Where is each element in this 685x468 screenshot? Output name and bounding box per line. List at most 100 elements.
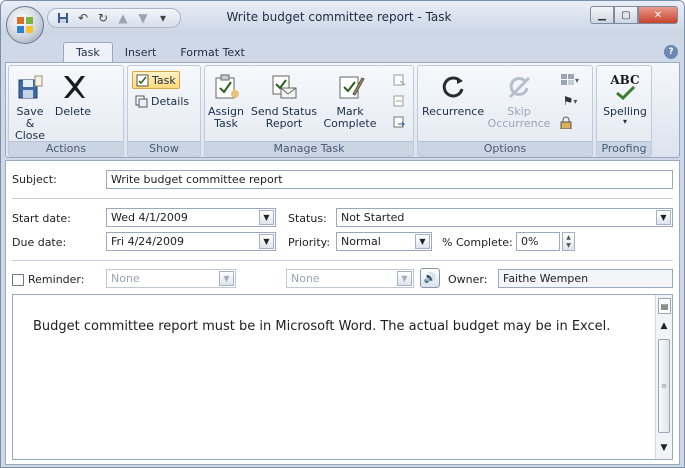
mark-complete-button[interactable]: Mark Complete — [323, 70, 377, 130]
categorize-icon[interactable]: ▾ — [558, 72, 582, 88]
percent-complete-spinner[interactable]: ▲ ▼ — [562, 232, 575, 251]
customize-toolbar-icon[interactable]: ▾ — [154, 9, 172, 27]
skip-occurrence-icon — [501, 70, 537, 104]
close-icon[interactable]: ✕ — [638, 6, 678, 24]
delete-button[interactable]: Delete — [53, 70, 93, 118]
ribbon-tabs: Task Insert Format Text — [63, 41, 257, 63]
reminder-label: Reminder: — [28, 273, 85, 286]
reminder-time-select[interactable]: None ▼ — [286, 269, 414, 288]
notes-area[interactable]: Budget committee report must be in Micro… — [12, 294, 673, 460]
skip-occurrence-button[interactable]: Skip Occurrence — [486, 70, 552, 130]
due-date-dropdown-icon[interactable]: ▼ — [259, 234, 274, 249]
priority-dropdown-icon[interactable]: ▼ — [415, 234, 430, 249]
start-date-dropdown-icon[interactable]: ▼ — [259, 210, 274, 225]
minimize-icon[interactable]: ▁ — [590, 6, 614, 24]
group-options: Recurrence Skip Occurrence ▾ ⚑ ▾ Options — [417, 65, 593, 157]
recurrence-button[interactable]: Recurrence — [422, 70, 484, 118]
send-status-report-button[interactable]: Send Status Report — [249, 70, 319, 130]
scroll-down-icon[interactable]: ▼ — [659, 443, 669, 453]
reminder-checkbox[interactable] — [12, 274, 24, 286]
reminder-sound-button[interactable]: 🔊 — [420, 268, 440, 288]
window-title: Write budget committee report - Task — [226, 10, 452, 24]
reminder-date-value: None — [111, 272, 140, 285]
delete-icon — [55, 70, 91, 104]
spelling-button[interactable]: ABC Spelling ▾ — [599, 70, 651, 126]
group-show: Task Details Show — [127, 65, 201, 157]
group-manage-task: Assign Task Send Status Report Mark Comp… — [204, 65, 414, 157]
show-task-label: Task — [152, 73, 176, 87]
abc-label: ABC — [610, 73, 640, 87]
reminder-time-dropdown-icon[interactable]: ▼ — [397, 271, 412, 286]
reminder-time-value: None — [291, 272, 320, 285]
save-close-button[interactable]: Save & Close — [11, 70, 49, 142]
tab-format-text[interactable]: Format Text — [168, 43, 257, 63]
title-bar: ↶ ↻ ▲ ▼ ▾ Write budget committee report … — [1, 1, 684, 44]
group-actions: Save & Close Delete Actions — [8, 65, 124, 157]
divider — [12, 260, 673, 261]
status-dropdown-icon[interactable]: ▼ — [656, 210, 671, 225]
speaker-icon: 🔊 — [423, 272, 437, 284]
scroll-thumb[interactable]: ≡ — [658, 339, 670, 433]
subject-input[interactable]: Write budget committee report — [106, 170, 673, 189]
save-close-label-1: Save & — [16, 105, 44, 130]
reply-task-icon[interactable] — [391, 93, 407, 109]
ruler-toggle-icon[interactable]: ▤ — [658, 298, 671, 314]
quick-access-toolbar: ↶ ↻ ▲ ▼ ▾ — [47, 8, 181, 28]
due-date-label: Due date: — [12, 236, 67, 249]
next-item-icon[interactable]: ▼ — [134, 9, 152, 27]
reminder-date-dropdown-icon[interactable]: ▼ — [219, 271, 234, 286]
start-date-input[interactable]: Wed 4/1/2009 ▼ — [106, 208, 276, 227]
show-details-label: Details — [151, 94, 190, 108]
assign-task-icon — [208, 70, 244, 104]
start-date-value: Wed 4/1/2009 — [111, 211, 188, 224]
undo-icon[interactable]: ↶ — [74, 9, 92, 27]
send-status-report-icon — [266, 70, 302, 104]
notes-text[interactable]: Budget committee report must be in Micro… — [33, 319, 610, 334]
tab-task[interactable]: Task — [63, 42, 113, 63]
recurrence-icon — [435, 70, 471, 104]
status-value: Not Started — [341, 211, 405, 224]
priority-select[interactable]: Normal ▼ — [336, 232, 432, 251]
skip-label-2: Occurrence — [487, 117, 551, 130]
divider — [12, 198, 673, 199]
show-task-button[interactable]: Task — [132, 71, 180, 89]
priority-label: Priority: — [288, 236, 331, 249]
private-lock-icon[interactable] — [558, 114, 574, 130]
status-select[interactable]: Not Started ▼ — [336, 208, 673, 227]
group-options-label: Options — [418, 141, 592, 156]
help-icon[interactable]: ? — [664, 45, 678, 59]
reminder-date-select[interactable]: None ▼ — [106, 269, 236, 288]
assign-label-2: Task — [214, 117, 238, 130]
maximize-icon[interactable]: ▢ — [614, 6, 638, 24]
notes-scrollbar[interactable]: ▤ ▲ ≡ ▼ — [655, 295, 672, 459]
tab-insert[interactable]: Insert — [113, 43, 169, 63]
task-form: Subject: Write budget committee report S… — [5, 160, 680, 465]
mark-complete-icon — [332, 70, 368, 104]
assign-task-button[interactable]: Assign Task — [207, 70, 245, 130]
scroll-up-icon[interactable]: ▲ — [659, 321, 669, 331]
previous-item-icon[interactable]: ▲ — [114, 9, 132, 27]
group-proofing-label: Proofing — [597, 141, 651, 156]
due-date-input[interactable]: Fri 4/24/2009 ▼ — [106, 232, 276, 251]
mark-complete-label-2: Complete — [323, 117, 377, 130]
office-button[interactable] — [6, 6, 44, 44]
send-status-label-2: Report — [265, 117, 303, 130]
group-proofing: ABC Spelling ▾ Proofing — [596, 65, 652, 157]
start-date-label: Start date: — [12, 212, 71, 225]
details-icon — [135, 95, 148, 107]
save-close-icon — [12, 70, 48, 104]
group-show-label: Show — [128, 141, 200, 156]
percent-complete-input[interactable]: 0% — [516, 232, 560, 251]
subject-label: Subject: — [12, 173, 57, 186]
redo-icon[interactable]: ↻ — [94, 9, 112, 27]
forward-task-icon[interactable] — [391, 114, 407, 130]
spelling-icon: ABC — [607, 70, 643, 104]
follow-up-flag-icon[interactable]: ⚑ ▾ — [558, 93, 582, 109]
save-icon[interactable] — [54, 9, 72, 27]
delete-label: Delete — [54, 105, 92, 118]
cancel-assignment-icon[interactable] — [391, 72, 407, 88]
group-manage-task-label: Manage Task — [205, 141, 413, 156]
spelling-dropdown-icon: ▾ — [622, 117, 627, 126]
window-controls: ▁ ▢ ✕ — [590, 6, 678, 24]
show-details-button[interactable]: Details — [132, 92, 192, 110]
